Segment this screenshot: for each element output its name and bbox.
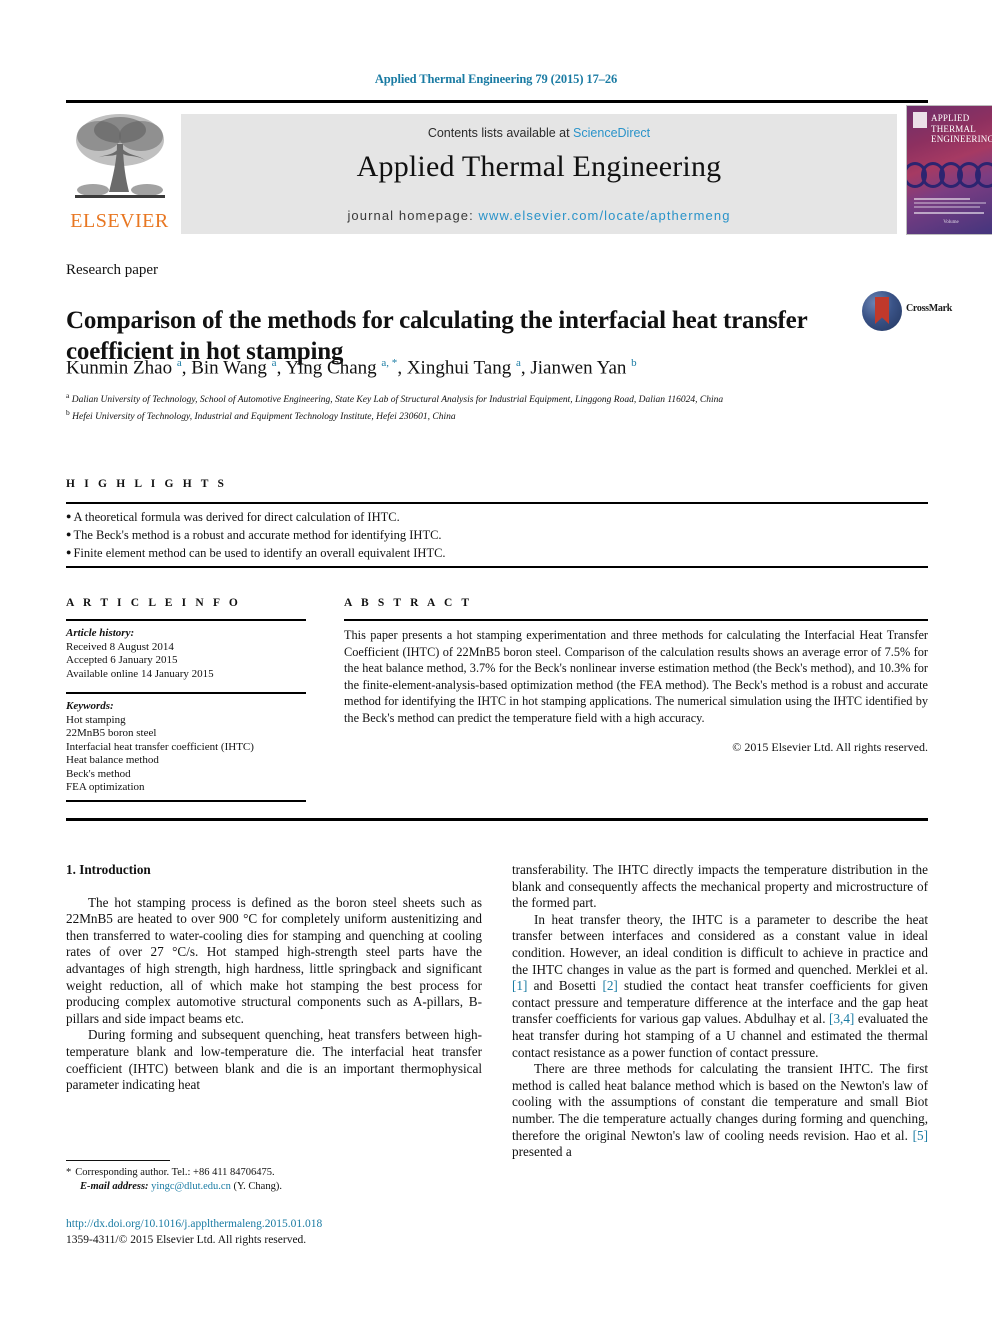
list-item: ● Finite element method can be used to id… [66,546,446,560]
keywords-bottom-rule [66,800,306,802]
highlights-label: H I G H L I G H T S [66,478,228,490]
masthead-center-band: Contents lists available at ScienceDirec… [181,114,897,234]
keywords-top-rule [66,692,306,694]
issn-copyright-line: 1359-4311/© 2015 Elsevier Ltd. All right… [66,1234,307,1246]
journal-article-page: Applied Thermal Engineering 79 (2015) 17… [0,0,992,1323]
body-column-left: 1. Introduction The hot stamping process… [66,862,482,1094]
footnote-rule [66,1160,170,1161]
keyword-item: FEA optimization [66,781,145,793]
article-history-heading: Article history: [66,627,135,639]
email-owner: (Y. Chang). [233,1180,282,1192]
list-item: ● The Beck's method is a robust and accur… [66,528,442,542]
highlights-top-rule [66,502,928,504]
journal-homepage-link[interactable]: www.elsevier.com/locate/apthermeng [479,208,731,223]
author-list: Kunmin Zhao a, Bin Wang a, Ying Chang a,… [66,357,637,379]
affiliation-a: a Dalian University of Technology, Schoo… [66,391,724,406]
asterisk-icon: * [66,1167,72,1178]
cover-footer-label: Volume [943,220,959,225]
crossmark-label: CrossMark [906,303,953,314]
journal-cover-thumbnail: APPLIED THERMAL ENGINEERING Volume [906,105,992,235]
highlights-list: ● A theoretical formula was derived for d… [66,508,928,562]
elsevier-tree-icon [71,110,169,208]
body-column-right: transferability. The IHTC directly impac… [512,862,928,1161]
paragraph: In heat transfer theory, the IHTC is a p… [512,911,928,1060]
history-item: Available online 14 January 2015 [66,667,214,680]
keyword-item: Hot stamping [66,713,126,726]
email-link[interactable]: yingc@dlut.edu.cn [151,1181,231,1192]
paragraph: There are three methods for calculating … [512,1061,928,1160]
doi-link[interactable]: http://dx.doi.org/10.1016/j.applthermale… [66,1218,322,1230]
cover-rings-graphic [907,162,992,188]
history-item: Accepted 6 January 2015 [66,654,178,666]
cover-title: APPLIED THERMAL ENGINEERING [931,113,992,144]
crossmark-badge[interactable]: CrossMark [862,288,952,336]
elsevier-logo: ELSEVIER [66,106,173,234]
article-history: Article history: Received 8 August 2014 … [66,627,316,681]
abstract-copyright: © 2015 Elsevier Ltd. All rights reserved… [732,740,928,754]
history-item: Received 8 August 2014 [66,640,174,653]
abstract-body: This paper presents a hot stamping exper… [344,628,928,725]
email-label: E-mail address: [80,1180,149,1192]
citation-ref[interactable]: [2] [602,978,617,993]
homepage-prefix: journal homepage: [347,208,479,223]
running-head: Applied Thermal Engineering 79 (2015) 17… [374,72,618,86]
contents-prefix: Contents lists available at [427,126,574,140]
keyword-item: Beck's method [66,767,131,780]
affiliations: a Dalian University of Technology, Schoo… [66,390,866,423]
sciencedirect-link[interactable]: ScienceDirect [573,126,650,140]
corresponding-note: Corresponding author. Tel.: +86 411 8470… [75,1167,275,1178]
paragraph: transferability. The IHTC directly impac… [512,862,928,911]
article-type-label: Research paper [66,262,159,278]
keyword-item: 22MnB5 boron steel [66,727,157,739]
list-item: ● A theoretical formula was derived for d… [66,510,400,524]
cover-text-lines [914,198,988,216]
abstract-rule [344,619,928,621]
journal-title: Applied Thermal Engineering [356,150,722,183]
paragraph: During forming and subsequent quenching,… [66,1027,482,1093]
corresponding-author-footnote: * Corresponding author. Tel.: +86 411 847… [66,1166,486,1193]
journal-homepage-line: journal homepage: www.elsevier.com/locat… [181,208,897,223]
keywords-heading: Keywords: [66,700,114,712]
citation-ref[interactable]: [3,4] [829,1011,854,1026]
article-info-rule [66,619,306,621]
citation-ref[interactable]: [5] [913,1128,928,1143]
paragraph: The hot stamping process is defined as t… [66,894,482,1026]
journal-masthead: ELSEVIER Contents lists available at Sci… [66,100,992,236]
abstract-label: A B S T R A C T [344,597,473,609]
affiliation-b: b Hefei University of Technology, Indust… [66,407,456,422]
section-heading-introduction: 1. Introduction [66,862,151,877]
keyword-item: Interfacial heat transfer coefficient (I… [66,740,254,753]
keyword-item: Heat balance method [66,754,159,766]
crossmark-ribbon-icon [875,297,889,324]
contents-lists-line: Contents lists available at ScienceDirec… [181,126,897,140]
cover-elsevier-mark-icon [913,112,927,128]
crossmark-circle-icon [862,291,902,331]
abstract-bottom-rule [66,818,928,821]
masthead-top-rule [66,100,928,103]
keywords-block: Keywords: Hot stamping 22MnB5 boron stee… [66,700,316,795]
elsevier-wordmark: ELSEVIER [70,210,169,232]
highlights-bottom-rule [66,566,928,568]
citation-ref[interactable]: [1] [512,978,527,993]
article-info-label: A R T I C L E I N F O [66,597,241,609]
